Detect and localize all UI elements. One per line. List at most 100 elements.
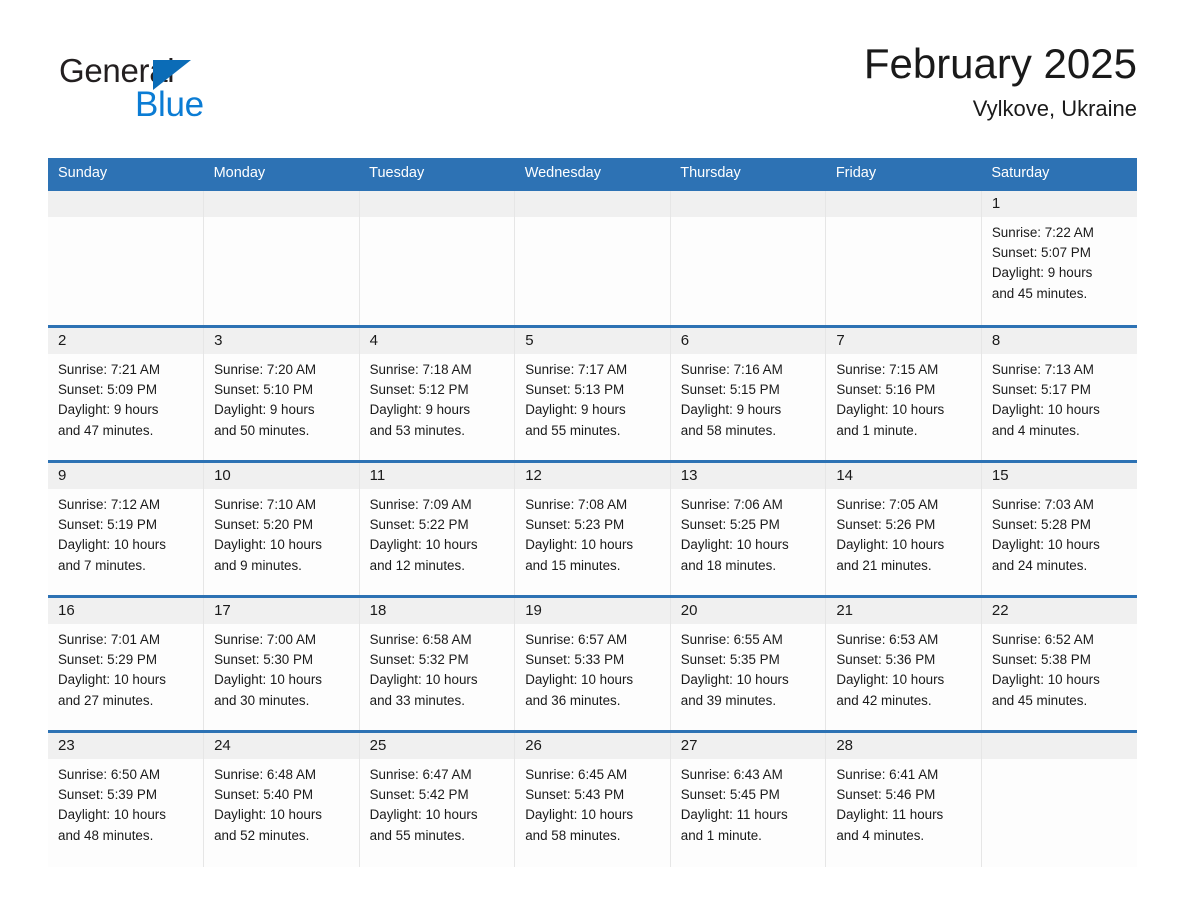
calendar-day-cell-empty xyxy=(203,188,360,327)
calendar-day-cell[interactable]: 9 Sunrise: 7:12 AM Sunset: 5:19 PM Daylight… xyxy=(48,460,205,597)
calendar-day-cell[interactable]: 25 Sunrise: 6:47 AM Sunset: 5:42 PM Dayligh… xyxy=(359,730,516,867)
day-details xyxy=(515,217,669,223)
day-detail-line: Daylight: 11 hours xyxy=(836,807,944,823)
day-detail-line: Sunrise: 7:03 AM xyxy=(991,497,1094,512)
day-detail-line: Sunrise: 6:48 AM xyxy=(214,767,317,782)
day-number-band xyxy=(359,192,514,217)
calendar-day-cell[interactable]: 6 Sunrise: 7:16 AM Sunset: 5:15 PM Daylight… xyxy=(670,325,827,462)
day-detail-line: Daylight: 9 hours xyxy=(369,402,471,418)
day-detail-line: Daylight: 10 hours xyxy=(214,672,322,688)
day-details xyxy=(204,217,358,223)
calendar-day-cell[interactable]: 16 Sunrise: 7:01 AM Sunset: 5:29 PM Dayligh… xyxy=(48,595,205,732)
day-details: Sunrise: 7:15 AM Sunset: 5:16 PM Daylight:… xyxy=(826,354,980,441)
day-detail-line: and 24 minutes. xyxy=(991,557,1088,573)
calendar-day-cell[interactable]: 26 Sunrise: 6:45 AM Sunset: 5:43 PM Dayligh… xyxy=(514,730,671,867)
day-detail-line: Daylight: 10 hours xyxy=(525,537,634,553)
calendar-day-cell[interactable]: 21 Sunrise: 6:53 AM Sunset: 5:36 PM Dayligh… xyxy=(825,595,982,732)
calendar-day-cell[interactable]: 17 Sunrise: 7:00 AM Sunset: 5:30 PM Dayligh… xyxy=(203,595,360,732)
day-number-band: 13 xyxy=(670,464,825,489)
calendar-day-cell[interactable]: 1 Sunrise: 7:22 AM Sunset: 5:07 PM Daylight… xyxy=(981,188,1137,327)
calendar-week-row: 1 Sunrise: 7:22 AM Sunset: 5:07 PM Daylight… xyxy=(48,188,1137,327)
day-detail-line: Sunset: 5:15 PM xyxy=(680,382,780,398)
day-details: Sunrise: 7:03 AM Sunset: 5:28 PM Daylight:… xyxy=(982,489,1137,576)
calendar-day-cell[interactable]: 12 Sunrise: 7:08 AM Sunset: 5:23 PM Dayligh… xyxy=(514,460,671,597)
calendar-day-cell[interactable]: 23 Sunrise: 6:50 AM Sunset: 5:39 PM Dayligh… xyxy=(48,730,205,867)
calendar-day-cell[interactable]: 10 Sunrise: 7:10 AM Sunset: 5:20 PM Dayligh… xyxy=(203,460,360,597)
calendar-day-cell[interactable]: 14 Sunrise: 7:05 AM Sunset: 5:26 PM Dayligh… xyxy=(825,460,982,597)
calendar-day-cell[interactable]: 4 Sunrise: 7:18 AM Sunset: 5:12 PM Daylight… xyxy=(359,325,516,462)
day-detail-line: Daylight: 9 hours xyxy=(214,402,315,418)
day-number: 23 xyxy=(58,737,75,754)
day-number: 27 xyxy=(680,737,698,754)
day-detail-line: and 15 minutes. xyxy=(525,557,621,573)
calendar-week-row: 23 Sunrise: 6:50 AM Sunset: 5:39 PM Dayligh… xyxy=(48,730,1137,867)
weekday-header-thursday: Thursday xyxy=(670,158,826,190)
day-detail-line: and 30 minutes. xyxy=(214,692,310,708)
calendar-day-cell[interactable]: 24 Sunrise: 6:48 AM Sunset: 5:40 PM Dayligh… xyxy=(203,730,360,867)
calendar-day-cell[interactable]: 7 Sunrise: 7:15 AM Sunset: 5:16 PM Daylight… xyxy=(825,325,982,462)
day-number-band: 24 xyxy=(204,734,359,759)
calendar-day-cell[interactable]: 18 Sunrise: 6:58 AM Sunset: 5:32 PM Dayligh… xyxy=(359,595,516,732)
day-number: 1 xyxy=(991,195,1001,212)
day-detail-line: Sunrise: 6:41 AM xyxy=(836,767,939,782)
calendar-table: Sunday Monday Tuesday Wednesday Thursday Frid… xyxy=(48,158,1137,867)
weekday-header-tuesday: Tuesday xyxy=(359,158,515,190)
day-details xyxy=(48,217,203,223)
day-number-band xyxy=(981,734,1137,759)
calendar-day-cell[interactable]: 3 Sunrise: 7:20 AM Sunset: 5:10 PM Daylight… xyxy=(203,325,360,462)
day-number-band: 17 xyxy=(204,599,359,624)
day-detail-line: and 36 minutes. xyxy=(525,692,621,708)
calendar-day-cell[interactable]: 27 Sunrise: 6:43 AM Sunset: 5:45 PM Dayligh… xyxy=(670,730,827,867)
day-details: Sunrise: 7:06 AM Sunset: 5:25 PM Daylight:… xyxy=(671,489,825,576)
day-detail-line: Sunset: 5:13 PM xyxy=(525,382,625,398)
day-detail-line: Sunrise: 7:01 AM xyxy=(58,632,160,647)
day-details: Sunrise: 7:13 AM Sunset: 5:17 PM Daylight:… xyxy=(982,354,1137,441)
day-number-band xyxy=(826,192,981,217)
day-details: Sunrise: 7:20 AM Sunset: 5:10 PM Daylight:… xyxy=(204,354,358,441)
day-detail-line: and 4 minutes. xyxy=(836,827,925,843)
calendar-day-cell[interactable]: 5 Sunrise: 7:17 AM Sunset: 5:13 PM Daylight… xyxy=(514,325,671,462)
day-number-band: 16 xyxy=(48,599,203,624)
day-number-band: 19 xyxy=(515,599,670,624)
day-detail-line: Daylight: 10 hours xyxy=(991,402,1100,418)
day-details: Sunrise: 6:50 AM Sunset: 5:39 PM Daylight:… xyxy=(48,759,203,846)
calendar-day-cell[interactable]: 19 Sunrise: 6:57 AM Sunset: 5:33 PM Dayligh… xyxy=(514,595,671,732)
day-number-band: 25 xyxy=(359,734,514,759)
day-detail-line: Daylight: 10 hours xyxy=(680,672,789,688)
page-title: February 2025 xyxy=(863,40,1137,87)
day-number-band: 15 xyxy=(981,464,1137,489)
day-details: Sunrise: 6:43 AM Sunset: 5:45 PM Daylight:… xyxy=(671,759,825,846)
day-number-band: 8 xyxy=(981,329,1137,354)
calendar-day-cell[interactable]: 8 Sunrise: 7:13 AM Sunset: 5:17 PM Daylight… xyxy=(981,325,1137,462)
day-detail-line: Sunset: 5:16 PM xyxy=(836,382,936,398)
day-number-band: 11 xyxy=(359,464,514,489)
day-number-band: 22 xyxy=(981,599,1137,624)
day-number-band: 26 xyxy=(515,734,670,759)
day-detail-line: Daylight: 9 hours xyxy=(680,402,782,418)
day-number: 24 xyxy=(214,737,231,754)
day-number-band xyxy=(48,192,203,217)
day-detail-line: and 58 minutes. xyxy=(680,422,777,438)
day-number: 14 xyxy=(836,467,853,484)
calendar-day-cell[interactable]: 11 Sunrise: 7:09 AM Sunset: 5:22 PM Dayligh… xyxy=(359,460,516,597)
calendar-day-cell[interactable]: 28 Sunrise: 6:41 AM Sunset: 5:46 PM Dayligh… xyxy=(825,730,982,867)
day-number: 7 xyxy=(836,332,845,349)
day-detail-line: Daylight: 10 hours xyxy=(58,807,166,823)
day-detail-line: Daylight: 10 hours xyxy=(991,672,1100,688)
day-detail-line: Sunset: 5:07 PM xyxy=(991,245,1091,261)
day-detail-line: Sunrise: 7:17 AM xyxy=(525,362,628,377)
day-number: 12 xyxy=(525,467,542,484)
calendar-day-cell[interactable]: 2 Sunrise: 7:21 AM Sunset: 5:09 PM Daylight… xyxy=(48,325,205,462)
day-number-band: 2 xyxy=(48,329,203,354)
day-detail-line: Sunset: 5:22 PM xyxy=(369,517,469,533)
calendar-day-cell[interactable]: 15 Sunrise: 7:03 AM Sunset: 5:28 PM Dayligh… xyxy=(981,460,1137,597)
day-detail-line: Sunrise: 7:08 AM xyxy=(525,497,628,512)
calendar-day-cell[interactable]: 13 Sunrise: 7:06 AM Sunset: 5:25 PM Dayligh… xyxy=(670,460,827,597)
calendar-day-cell[interactable]: 22 Sunrise: 6:52 AM Sunset: 5:38 PM Dayligh… xyxy=(981,595,1137,732)
day-detail-line: and 58 minutes. xyxy=(525,827,621,843)
day-detail-line: and 1 minute. xyxy=(680,827,762,843)
day-detail-line: Sunset: 5:33 PM xyxy=(525,652,625,668)
calendar-day-cell[interactable]: 20 Sunrise: 6:55 AM Sunset: 5:35 PM Dayligh… xyxy=(670,595,827,732)
day-detail-line: Sunset: 5:36 PM xyxy=(836,652,936,668)
day-detail-line: and 7 minutes. xyxy=(58,557,146,573)
